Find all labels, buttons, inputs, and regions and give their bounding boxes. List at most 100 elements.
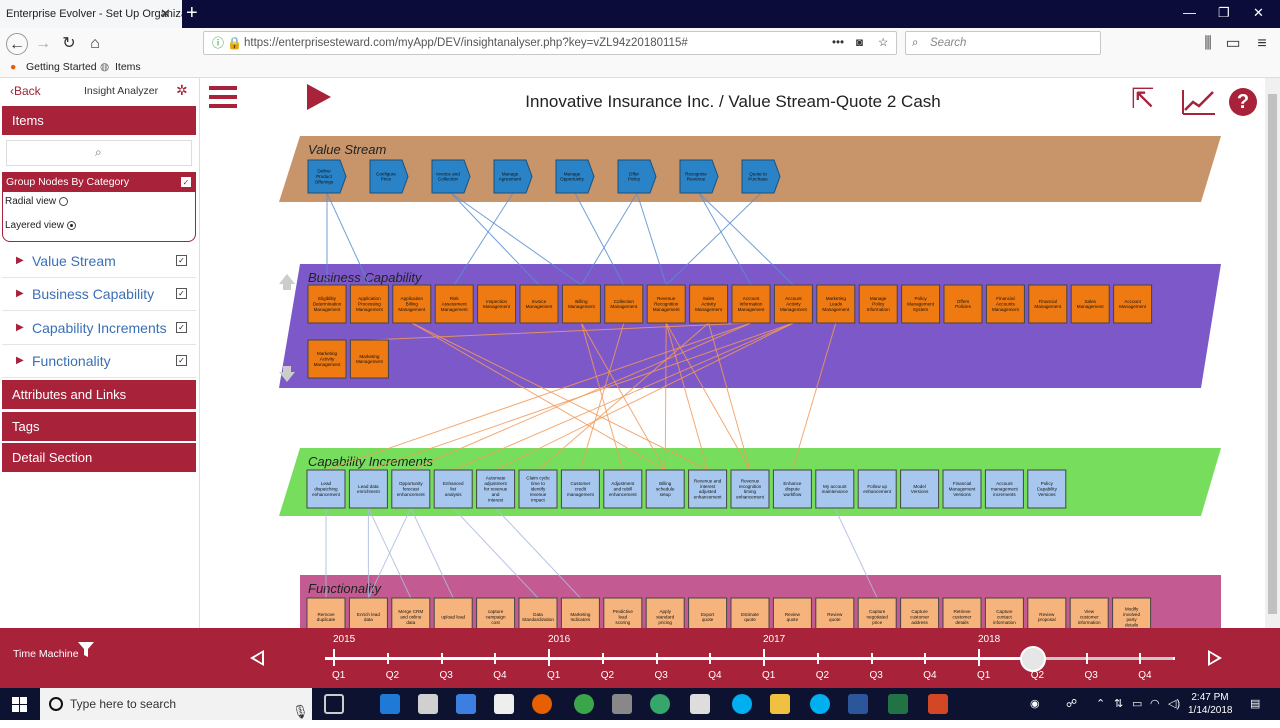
maximize-icon[interactable]: ❐ [1218,5,1230,21]
address-bar[interactable]: ⓘ 🔒 https://enterprisesteward.com/myApp/… [203,31,897,55]
diagram-node[interactable]: MarketingActivityManagement [307,339,347,379]
new-tab-icon[interactable]: + [186,2,198,25]
diagram-node[interactable]: Reviewquote [815,597,855,628]
file-explorer-icon[interactable] [770,694,790,714]
help-icon[interactable]: ? [1229,88,1257,116]
diagram-node[interactable]: Enhancedlistanalysis [433,469,473,509]
diagram-node[interactable]: Claim cycletime toidentifyrevenueimpact [518,469,558,509]
radial-view-option[interactable]: Radial view [5,196,68,207]
diagram-node[interactable]: PolicyCapabilityVersions [1027,469,1067,509]
pocket-icon[interactable]: ◙ [856,32,863,54]
diagram-node[interactable]: AccountInformationManagement [731,284,771,324]
timeline-tick[interactable] [709,653,712,664]
diagram-node[interactable]: FinancialManagementVersions [942,469,982,509]
timeline-tick[interactable] [763,649,765,666]
diagram-node[interactable]: RiskAssessmentManagement [434,284,474,324]
diagram-node[interactable]: Merge CRMand onlinedata [391,597,431,628]
timeline-tick[interactable] [816,653,819,664]
diagram-node[interactable]: InspectionManagement [477,284,517,324]
diagram-node[interactable]: MarketingManagement [349,339,389,379]
diagram-node[interactable]: Enrich leaddata [348,597,388,628]
expand-triangle-icon[interactable]: ▶ [16,345,24,377]
timeline-tick[interactable] [655,653,658,664]
chevron-up-icon[interactable]: ⌃ [1096,697,1105,710]
diagram-node[interactable]: Leaddispatchingenhancement [306,469,346,509]
skype-icon[interactable] [732,694,752,714]
diagram-node[interactable]: MarketingIndicators [560,597,600,628]
diagram-node[interactable]: ManageAgreement [493,159,533,194]
amazon-icon[interactable] [494,694,514,714]
diagram-node[interactable]: CollectionManagement [604,284,644,324]
diagram-node[interactable]: SalesManagement [1070,284,1110,324]
filter-icon[interactable] [78,642,94,658]
diagram-node[interactable]: Capturecontactinformation [984,597,1024,628]
diagram-node[interactable]: OffersPolicies [943,284,983,324]
firefox-taskbar-icon[interactable] [532,694,552,714]
diagram-node[interactable]: AccountActivityManagement [773,284,813,324]
diagram-node[interactable]: InvoiceManagement [519,284,559,324]
minimize-icon[interactable]: — [1183,5,1196,20]
volume-icon[interactable]: ◁) [1168,697,1180,710]
vertical-scrollbar[interactable] [1265,78,1280,628]
timeline-slider-thumb[interactable] [1020,646,1046,672]
battery-icon[interactable]: ▭ [1132,697,1142,710]
close-window-icon[interactable]: ✕ [1253,5,1264,21]
diagram-node[interactable]: Predictiveleadscoring [603,597,643,628]
expand-triangle-icon[interactable]: ▶ [16,278,24,310]
diagram-node[interactable]: Opportunityforecastenhancement [391,469,431,509]
diagram-node[interactable]: EligibilityDeterminationManagement [307,284,347,324]
store-icon[interactable] [418,694,438,714]
timeline-tick[interactable] [978,649,980,666]
database-icon[interactable] [612,694,632,714]
diagram-node[interactable]: My accountmaintenance [815,469,855,509]
notifications-icon[interactable]: ▤ [1250,697,1260,710]
diagram-node[interactable]: ManagePolicyInformation [858,284,898,324]
diagram-node[interactable]: Removeduplicate [306,597,346,628]
diagram-node[interactable]: Invoice andCollection [431,159,471,194]
collapse-up-icon[interactable] [279,274,295,290]
diagram-node[interactable]: Modifyinvolvedpartydetails [1112,597,1152,628]
timeline-tick[interactable] [1085,653,1088,664]
skype-business-icon[interactable] [810,694,830,714]
timeline-tick[interactable] [601,653,604,664]
page-actions-icon[interactable]: ••• [832,32,844,54]
timeline-tick[interactable] [333,649,335,666]
bookmark-items[interactable]: Items [115,61,141,73]
diagram-node[interactable]: Reviewproposal [1027,597,1067,628]
tags-header[interactable]: Tags [2,412,196,441]
library-icon[interactable]: ⫼ [1197,33,1219,55]
dropbox-icon[interactable] [456,694,476,714]
diagram-node[interactable]: Quote toPurchase [741,159,781,194]
diagram-node[interactable]: Retrievecustomerdetails [942,597,982,628]
sidebar-toggle-icon[interactable]: ▭ [1222,33,1244,55]
category-checkbox[interactable]: ✓ [176,255,187,266]
diagram-node[interactable]: OfferPolicy [617,159,657,194]
diagram-node[interactable]: AccountManagement [1113,284,1153,324]
diagram-node[interactable]: DefineProductOfferings [307,159,347,194]
timeline-tick[interactable] [386,653,389,664]
group-checkbox[interactable]: ✓ [181,177,191,187]
diagram-node[interactable]: PolicyManagementSystem [901,284,941,324]
timeline-tick[interactable] [548,649,550,666]
diagram-node[interactable]: Applystandardpricing [645,597,685,628]
task-view-icon[interactable] [324,694,344,714]
search-input[interactable]: ⌕ Search [905,31,1101,55]
detail-section-header[interactable]: Detail Section [2,443,196,472]
category-capability-increments[interactable]: ▶ Capability Increments ✓ [2,312,196,345]
browser-tab[interactable]: Enterprise Evolver - Set Up Organiza ✕ [0,0,182,28]
bookmark-star-icon[interactable]: ☆ [878,32,888,54]
timeline-tick[interactable] [494,653,497,664]
powerpoint-icon[interactable] [928,694,948,714]
scrollbar-thumb[interactable] [1268,94,1277,614]
diagram-node[interactable]: Adjustmentand rebillenhancement [603,469,643,509]
diagram-node[interactable]: BillingManagement [561,284,601,324]
microphone-icon[interactable]: 🎙 [292,696,309,728]
diagram-node[interactable]: ApplicationProcessingManagement [349,284,389,324]
diagram-node[interactable]: RecognizeRevenue [679,159,719,194]
edge-icon[interactable] [380,694,400,714]
tripadvisor-icon[interactable] [650,694,670,714]
attributes-links-header[interactable]: Attributes and Links [2,380,196,409]
timeline-tick[interactable] [440,653,443,664]
close-tab-icon[interactable]: ✕ [160,6,171,22]
diagram-node[interactable]: Capturecustomeraddress [900,597,940,628]
